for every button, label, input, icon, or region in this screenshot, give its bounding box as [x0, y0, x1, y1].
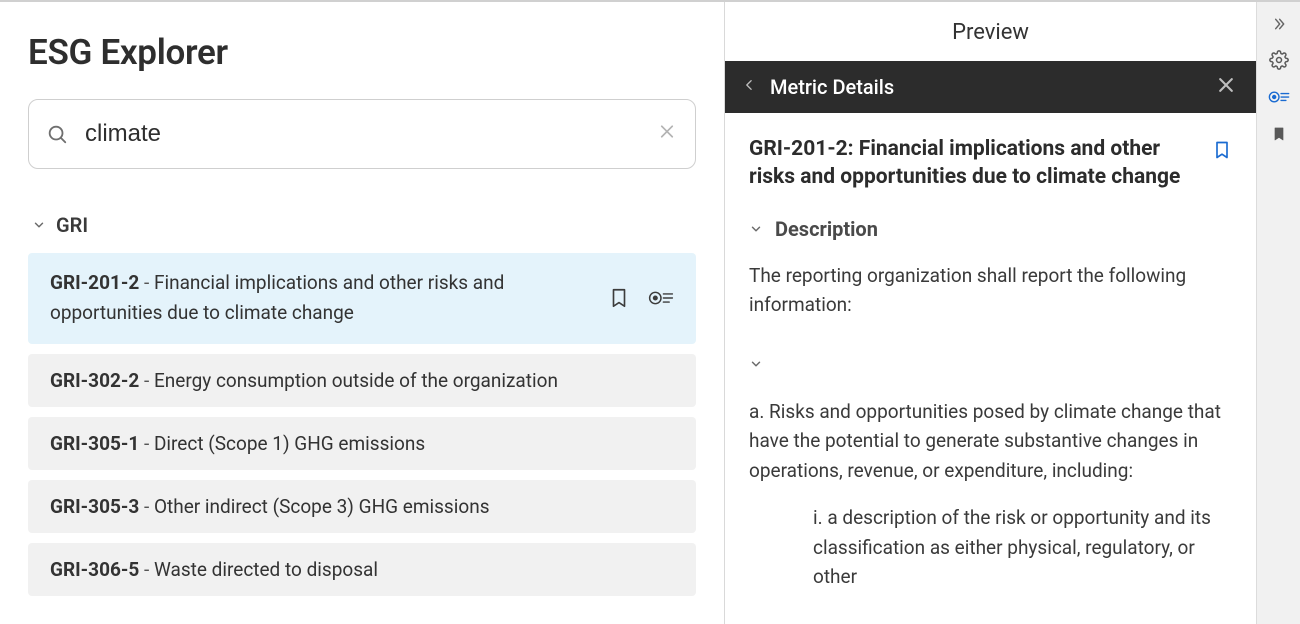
clear-search-button[interactable] [658, 123, 676, 146]
result-text: GRI-306-5 - Waste directed to disposal [50, 558, 388, 581]
chevron-down-icon [32, 218, 46, 232]
preview-header-title: Metric Details [770, 75, 894, 99]
result-text: GRI-305-3 - Other indirect (Scope 3) GHG… [50, 495, 500, 518]
preview-pane-title: Preview [725, 2, 1256, 61]
settings-button[interactable] [1269, 50, 1289, 70]
page-title: ESG Explorer [28, 32, 696, 73]
preview-icon[interactable] [648, 288, 674, 308]
group-header-gri[interactable]: GRI [28, 213, 696, 237]
result-text: GRI-305-1 - Direct (Scope 1) GHG emissio… [50, 432, 435, 455]
result-item[interactable]: GRI-305-3 - Other indirect (Scope 3) GHG… [28, 480, 696, 533]
preview-rail-button[interactable] [1268, 88, 1290, 106]
description-item-a-i: i. a description of the risk or opportun… [749, 503, 1232, 591]
description-subtoggle[interactable] [749, 350, 763, 379]
result-item[interactable]: GRI-306-5 - Waste directed to disposal [28, 543, 696, 596]
result-item[interactable]: GRI-302-2 - Energy consumption outside o… [28, 354, 696, 407]
bookmark-icon[interactable] [608, 287, 630, 309]
result-list: GRI-201-2 - Financial implications and o… [28, 253, 696, 596]
search-input[interactable] [28, 99, 696, 169]
back-button[interactable] [743, 76, 756, 98]
chevron-down-icon [749, 214, 763, 245]
expand-rail-button[interactable] [1269, 16, 1289, 32]
search-icon [46, 123, 68, 145]
section-description-label: Description [775, 214, 878, 245]
result-item[interactable]: GRI-201-2 - Financial implications and o… [28, 253, 696, 344]
description-intro: The reporting organization shall report … [749, 261, 1232, 320]
preview-header: Metric Details [725, 61, 1256, 113]
bookmark-metric-button[interactable] [1212, 139, 1232, 169]
result-text: GRI-201-2 - Financial implications and o… [50, 268, 608, 329]
close-button[interactable] [1216, 75, 1236, 99]
metric-title: GRI-201-2: Financial implications and ot… [749, 135, 1196, 192]
search-container [28, 99, 696, 169]
right-rail [1256, 2, 1300, 624]
result-text: GRI-302-2 - Energy consumption outside o… [50, 369, 568, 392]
result-item[interactable]: GRI-305-1 - Direct (Scope 1) GHG emissio… [28, 417, 696, 470]
group-label: GRI [56, 213, 88, 237]
description-item-a: a. Risks and opportunities posed by clim… [749, 397, 1232, 485]
bookmarks-rail-button[interactable] [1271, 124, 1287, 144]
section-description-header[interactable]: Description [749, 214, 1232, 245]
